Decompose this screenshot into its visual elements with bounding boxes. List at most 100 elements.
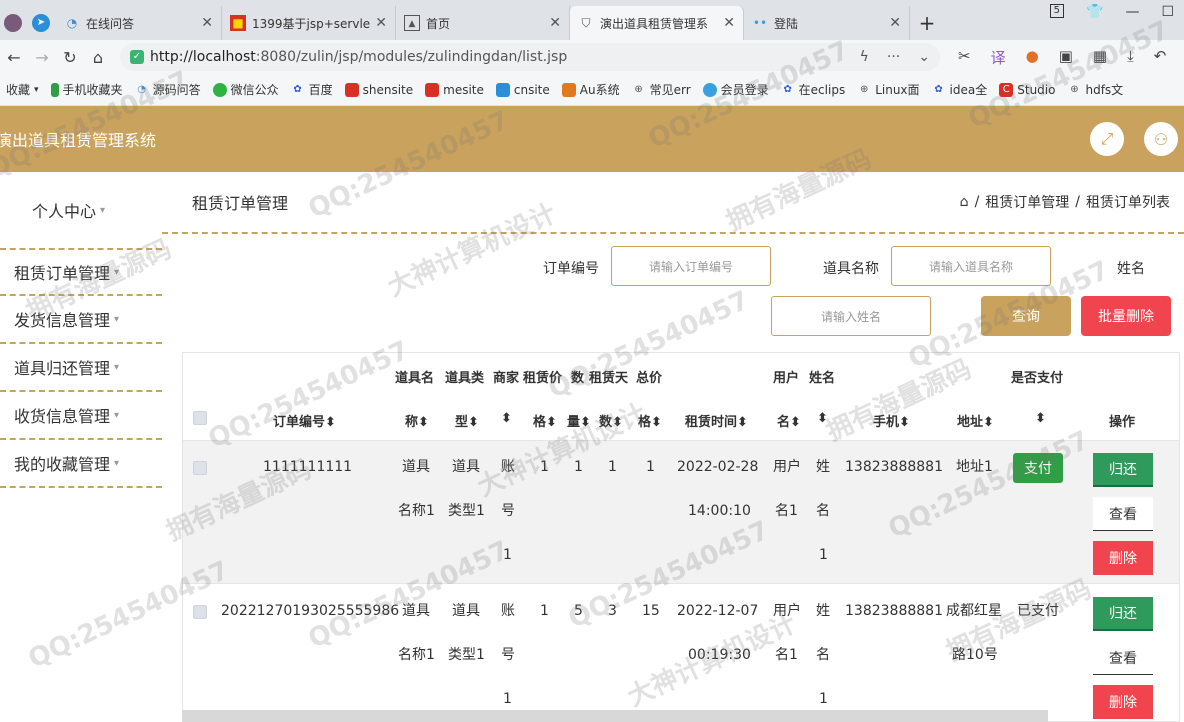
th-paid[interactable]: ⬍ xyxy=(1035,411,1046,426)
close-icon[interactable]: ✕ xyxy=(889,15,901,31)
telegram-icon[interactable]: ➤ xyxy=(26,6,56,40)
th-label: 订单编号 xyxy=(273,415,326,430)
prop-name-input[interactable]: 请输入道具名称 xyxy=(891,246,1051,286)
bookmark-item[interactable]: ◔ 源码问答 xyxy=(135,81,200,98)
bookmark-item[interactable]: C Studio xyxy=(999,82,1055,97)
select-all-checkbox[interactable] xyxy=(193,411,207,425)
row-checkbox[interactable] xyxy=(193,605,207,619)
shirt-icon[interactable]: 👕 xyxy=(1086,4,1103,20)
url-input[interactable]: ✓ http://localhost :8080/zulin/jsp/modul… xyxy=(120,43,940,71)
sidebar-item-personal-center[interactable]: 个人中心 ▾ xyxy=(0,172,162,248)
bookmark-item[interactable]: ⊕ 常见err xyxy=(632,81,690,98)
name-input[interactable]: 请输入姓名 xyxy=(771,296,931,336)
download-icon[interactable]: ⤓ xyxy=(1127,47,1134,68)
game-icon[interactable]: ● xyxy=(1026,47,1039,68)
sidebar-item-label: 收货信息管理 xyxy=(14,407,111,426)
bookmark-item[interactable]: ✿ 百度 xyxy=(291,81,332,98)
cell-days: 1 xyxy=(608,459,617,475)
th-address[interactable]: 地址⬍ xyxy=(957,411,994,430)
close-icon[interactable]: ✕ xyxy=(549,15,561,31)
sidebar-item-shipping-info[interactable]: 发货信息管理 ▾ xyxy=(0,296,162,344)
scissors-icon[interactable]: ✂ xyxy=(958,47,971,68)
batch-delete-button[interactable]: 批量删除 xyxy=(1081,296,1171,336)
lightning-icon[interactable]: ϟ xyxy=(860,49,869,65)
close-icon[interactable]: ✕ xyxy=(201,15,213,31)
bookmark-item[interactable]: Au系统 xyxy=(561,81,620,98)
bookmark-item[interactable]: mesite xyxy=(425,82,484,97)
tab-count-badge[interactable]: 5 xyxy=(1049,4,1064,18)
th-name[interactable]: ⬍ xyxy=(817,411,828,426)
th-price[interactable]: 格⬍ xyxy=(533,411,557,430)
sidebar-item-rental-orders[interactable]: 租赁订单管理 ▾ xyxy=(0,248,162,296)
bookmark-item[interactable]: 会员登录 xyxy=(702,81,769,98)
browser-tab-3[interactable]: ▲ 首页 ✕ xyxy=(396,6,570,40)
browser-tab-4[interactable]: ⛉ 演出道具租赁管理系 ✕ xyxy=(570,6,744,40)
sort-icon: ⬍ xyxy=(325,415,336,430)
pay-button[interactable]: 支付 xyxy=(1013,453,1063,483)
bookmark-item[interactable]: 手机收藏夹 xyxy=(50,81,123,98)
th-rent-time[interactable]: 租赁时间⬍ xyxy=(685,411,748,430)
book-icon[interactable]: ▣ xyxy=(1059,47,1073,68)
maximize-icon[interactable]: ☐ xyxy=(1161,4,1174,20)
th-user[interactable]: 名⬍ xyxy=(777,411,801,430)
browser-tab-5[interactable]: •• 登陆 ✕ xyxy=(744,6,910,40)
th-phone[interactable]: 手机⬍ xyxy=(873,411,910,430)
bookmark-label: mesite xyxy=(443,82,484,97)
bookmark-item[interactable]: ✿ 在eclips xyxy=(781,81,845,98)
chevron-down-icon[interactable]: ⌄ xyxy=(918,49,930,65)
minimize-icon[interactable]: — xyxy=(1125,4,1139,20)
sidebar-item-receipt-info[interactable]: 收货信息管理 ▾ xyxy=(0,392,162,440)
order-no-input[interactable]: 请输入订单编号 xyxy=(611,246,771,286)
bookmark-item[interactable]: ✿ idea全 xyxy=(932,81,988,98)
bookmark-item[interactable]: ⊕ Linux面 xyxy=(857,81,920,98)
forward-icon[interactable]: → xyxy=(28,48,56,67)
th-qty[interactable]: 量⬍ xyxy=(567,411,591,430)
th-days[interactable]: 数⬍ xyxy=(599,411,623,430)
close-icon[interactable]: ✕ xyxy=(375,15,387,31)
sidebar-item-prop-return[interactable]: 道具归还管理 ▾ xyxy=(0,344,162,392)
home-icon[interactable]: ⌂ xyxy=(84,48,112,67)
delete-button[interactable]: 删除 xyxy=(1093,685,1153,719)
cell-price: 1 xyxy=(540,603,549,619)
bookmark-label: hdfs文 xyxy=(1085,83,1124,97)
cell-address: 路10号 xyxy=(952,647,998,663)
th-merchant[interactable]: ⬍ xyxy=(501,411,512,426)
paw-icon: ✿ xyxy=(934,83,943,95)
bookmark-item[interactable]: 收藏 ▾ xyxy=(6,81,39,98)
sidebar-item-favorites[interactable]: 我的收藏管理 ▾ xyxy=(0,440,162,488)
avatar[interactable] xyxy=(0,6,26,40)
undo-icon[interactable]: ↶ xyxy=(1154,47,1167,68)
query-button[interactable]: 查询 xyxy=(981,296,1071,336)
return-button[interactable]: 归还 xyxy=(1093,453,1153,487)
th-order-no[interactable]: 订单编号⬍ xyxy=(273,411,336,430)
new-tab-button[interactable]: + xyxy=(910,6,944,40)
bookmark-item[interactable]: cnsite xyxy=(495,82,550,97)
view-button[interactable]: 查看 xyxy=(1093,497,1153,531)
apps-icon[interactable]: ▦ xyxy=(1093,47,1107,68)
delete-button[interactable]: 删除 xyxy=(1093,541,1153,575)
close-icon[interactable]: ✕ xyxy=(723,15,735,31)
horizontal-scrollbar[interactable] xyxy=(182,710,1048,722)
more-icon[interactable]: ··· xyxy=(887,49,900,65)
browser-tab-1[interactable]: ◔ 在线问答 ✕ xyxy=(56,6,222,40)
bookmark-label: cnsite xyxy=(513,82,550,97)
fullscreen-icon[interactable]: ⤢ xyxy=(1090,122,1124,156)
reload-icon[interactable]: ↻ xyxy=(56,48,84,67)
bookmark-item[interactable]: ⊕ hdfs文 xyxy=(1067,81,1123,98)
bookmark-item[interactable]: 微信公众 xyxy=(212,81,279,98)
home-icon[interactable]: ⌂ xyxy=(960,194,969,210)
row-checkbox[interactable] xyxy=(193,461,207,475)
translate-icon[interactable]: 译 xyxy=(991,47,1006,68)
th-prop-type[interactable]: 型⬍ xyxy=(455,411,479,430)
bookmark-item[interactable]: shensite xyxy=(344,82,413,97)
bookmark-label: idea全 xyxy=(949,83,988,97)
th-prop-name[interactable]: 称⬍ xyxy=(405,411,429,430)
prop-name-label: 道具名称 xyxy=(823,261,879,277)
view-button[interactable]: 查看 xyxy=(1093,641,1153,675)
th-total[interactable]: 格⬍ xyxy=(638,411,662,430)
back-icon[interactable]: ← xyxy=(0,48,28,67)
browser-tab-2[interactable]: ■ 1399基于jsp+servle ✕ xyxy=(222,6,396,40)
user-icon[interactable]: ⚇ xyxy=(1144,122,1178,156)
return-button[interactable]: 归还 xyxy=(1093,597,1153,631)
breadcrumb-item[interactable]: 租赁订单管理 xyxy=(985,192,1069,212)
